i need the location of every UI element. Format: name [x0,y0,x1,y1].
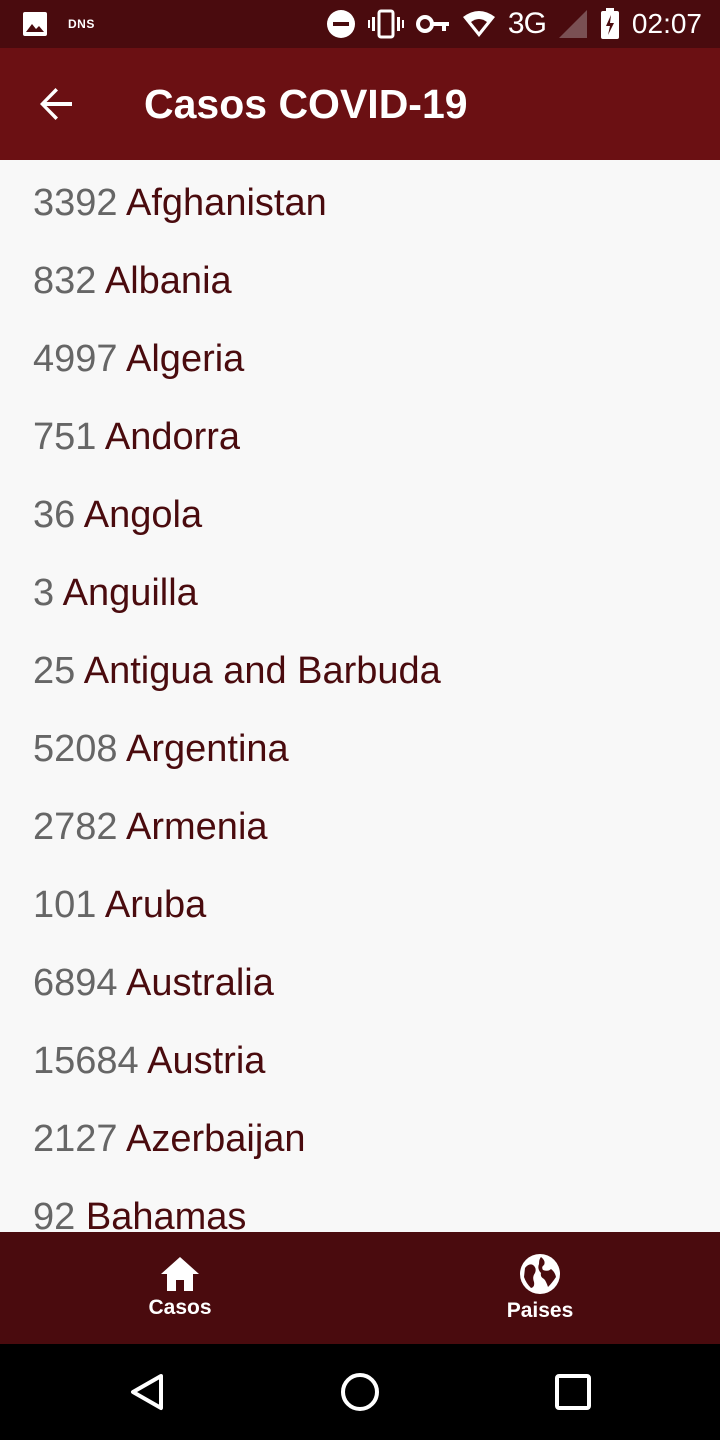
case-count: 3392 [33,182,118,224]
case-count: 101 [33,884,97,926]
back-button[interactable] [0,48,112,160]
home-icon [161,1257,199,1291]
network-type: 3G [507,7,547,40]
nav-item-paises[interactable]: Paises [360,1232,720,1344]
list-item[interactable]: 25 Antigua and Barbuda [0,628,720,706]
nav-item-casos[interactable]: Casos [0,1232,360,1344]
list-item[interactable]: 4997 Algeria [0,316,720,394]
country-name: Australia [126,962,274,1004]
country-name: Afghanistan [126,182,327,224]
case-count: 92 [33,1196,76,1232]
do-not-disturb-icon [326,10,355,38]
battery-charging-icon [600,8,619,39]
case-count: 36 [33,494,76,536]
country-name: Anguilla [62,572,198,614]
nav-label: Casos [148,1296,212,1319]
case-count: 3 [33,572,55,614]
app-bar: Casos COVID-19 [0,48,720,160]
system-back-button[interactable] [107,1352,187,1432]
list-item[interactable]: 3 Anguilla [0,550,720,628]
arrow-back-icon [40,88,72,120]
country-name: Algeria [126,338,245,380]
country-name: Argentina [126,728,289,770]
country-list[interactable]: 3392 Afghanistan 832 Albania 4997 Algeri… [0,160,720,1232]
country-name: Antigua and Barbuda [83,650,441,692]
country-name: Armenia [126,806,268,848]
triangle-back-icon [130,1374,163,1410]
list-item[interactable]: 5208 Argentina [0,706,720,784]
clock: 02:07 [631,8,702,39]
wifi-icon [462,11,495,37]
case-count: 832 [33,260,97,302]
list-item[interactable]: 36 Angola [0,472,720,550]
list-item[interactable]: 15684 Austria [0,1018,720,1096]
case-count: 15684 [33,1040,139,1082]
country-name: Albania [104,260,232,302]
square-recents-icon [555,1374,592,1410]
country-name: Aruba [104,884,207,926]
list-item[interactable]: 92 Bahamas [0,1174,720,1232]
vibrate-icon [367,9,404,39]
nav-label: Paises [506,1299,574,1322]
case-count: 2127 [33,1118,118,1160]
case-count: 5208 [33,728,118,770]
country-name: Austria [147,1040,266,1082]
image-icon [23,12,47,36]
signal-icon [558,10,587,38]
list-item[interactable]: 3392 Afghanistan [0,160,720,238]
list-item[interactable]: 101 Aruba [0,862,720,940]
country-name: Bahamas [85,1196,247,1232]
case-count: 4997 [33,338,118,380]
country-name: Azerbaijan [126,1118,306,1160]
bottom-nav: Casos Paises [0,1232,720,1344]
case-count: 6894 [33,962,118,1004]
page-title: Casos COVID-19 [144,80,468,127]
system-home-button[interactable] [320,1352,400,1432]
case-count: 2782 [33,806,118,848]
list-item[interactable]: 2127 Azerbaijan [0,1096,720,1174]
country-name: Andorra [104,416,241,458]
case-count: 25 [33,650,76,692]
case-count: 751 [33,416,97,458]
globe-icon [520,1254,560,1294]
system-recents-button[interactable] [533,1352,613,1432]
status-bar: DNS 3G 02:07 [0,0,720,48]
circle-home-icon [340,1373,379,1411]
system-nav-bar [0,1344,720,1440]
list-item[interactable]: 832 Albania [0,238,720,316]
dns-icon: DNS [68,17,95,31]
country-name: Angola [83,494,203,536]
list-item[interactable]: 2782 Armenia [0,784,720,862]
list-item[interactable]: 6894 Australia [0,940,720,1018]
list-item[interactable]: 751 Andorra [0,394,720,472]
vpn-key-icon [415,15,449,33]
